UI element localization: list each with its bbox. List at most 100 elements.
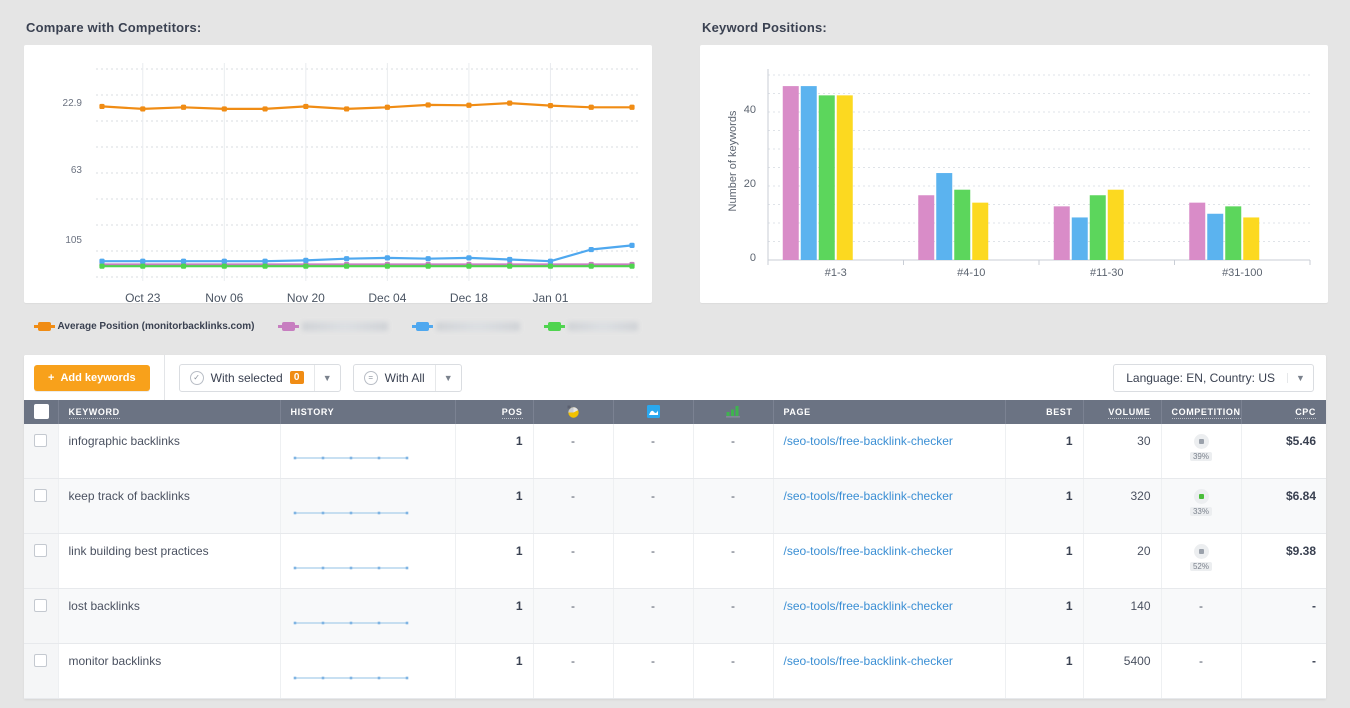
line-chart-ytick: 105 [46,235,82,246]
row-select-cell[interactable] [24,589,58,644]
cell-history[interactable] [280,644,455,699]
cell-best: 1 [1005,479,1083,534]
legend-item[interactable]: Average Position (monitorbacklinks.com) [38,321,255,332]
table-row[interactable]: lost backlinks1---/seo-tools/free-backli… [24,589,1326,644]
row-select-cell[interactable] [24,479,58,534]
page-link[interactable]: /seo-tools/free-backlink-checker [784,544,953,558]
cell-page[interactable]: /seo-tools/free-backlink-checker [773,589,1005,644]
table-row[interactable]: infographic backlinks1---/seo-tools/free… [24,424,1326,479]
cell-keyword: infographic backlinks [58,424,280,479]
bing-icon [646,404,661,419]
competition-percent: 33% [1190,507,1212,516]
cell-pos: 1 [455,424,533,479]
legend-label [436,322,520,331]
with-selected-main[interactable]: ✓ With selected 0 [180,365,314,391]
select-all-checkbox[interactable] [34,404,49,419]
header-page[interactable]: PAGE [773,400,1005,424]
header-bing[interactable] [613,400,693,424]
cell-bing: - [613,479,693,534]
cell-competition: - [1161,589,1241,644]
cell-bing: - [613,589,693,644]
keyword-positions-block: Keyword Positions: 02040#1-3#4-10#11-30#… [700,0,1328,303]
cell-volume: 30 [1083,424,1161,479]
cell-history[interactable] [280,479,455,534]
with-all-dropdown[interactable]: = With All ▼ [353,364,462,392]
line-chart-legend: Average Position (monitorbacklinks.com) [24,321,652,332]
row-select-cell[interactable] [24,644,58,699]
row-checkbox[interactable] [34,489,47,502]
keyword-positions-bar-chart[interactable]: 02040#1-3#4-10#11-30#31-100Number of key… [700,45,1328,303]
line-chart-xtick: Nov 06 [179,291,269,305]
toolbar-divider [164,355,165,400]
legend-marker-icon [416,322,429,331]
header-google[interactable] [533,400,613,424]
header-best[interactable]: BEST [1005,400,1083,424]
header-rank[interactable] [693,400,773,424]
header-history[interactable]: HISTORY [280,400,455,424]
header-keyword[interactable]: KEYWORD [58,400,280,424]
cell-bing: - [613,644,693,699]
cell-competition: - [1161,644,1241,699]
check-circle-icon: ✓ [190,371,204,385]
competition-percent: 39% [1190,452,1212,461]
cell-volume: 5400 [1083,644,1161,699]
table-row[interactable]: keep track of backlinks1---/seo-tools/fr… [24,479,1326,534]
cell-page[interactable]: /seo-tools/free-backlink-checker [773,479,1005,534]
header-volume[interactable]: VOLUME [1083,400,1161,424]
bar-chart-xtick: #31-100 [1175,267,1311,279]
legend-item[interactable] [282,322,388,331]
line-chart-ytick: 22.9 [46,98,82,109]
page-link[interactable]: /seo-tools/free-backlink-checker [784,599,953,613]
with-selected-label: With selected [211,371,283,385]
row-checkbox[interactable] [34,544,47,557]
row-select-cell[interactable] [24,424,58,479]
legend-item[interactable] [548,322,638,331]
cell-pos: 1 [455,534,533,589]
row-checkbox[interactable] [34,654,47,667]
bar-chart-xtick: #1-3 [768,267,904,279]
header-competition[interactable]: COMPETITION [1161,400,1241,424]
average-position-line-chart[interactable]: 22.963105Oct 23Nov 06Nov 20Dec 04Dec 18J… [24,45,652,303]
select-all-header[interactable] [24,400,58,424]
language-country-dropdown[interactable]: Language: EN, Country: US ▼ [1113,364,1314,392]
cell-history[interactable] [280,589,455,644]
cell-page[interactable]: /seo-tools/free-backlink-checker [773,534,1005,589]
cell-keyword: keep track of backlinks [58,479,280,534]
page-link[interactable]: /seo-tools/free-backlink-checker [784,434,953,448]
with-selected-dropdown[interactable]: ✓ With selected 0 ▼ [179,364,341,392]
cell-page[interactable]: /seo-tools/free-backlink-checker [773,424,1005,479]
cell-keyword: link building best practices [58,534,280,589]
cell-competition: 33% [1161,479,1241,534]
cell-best: 1 [1005,534,1083,589]
add-keywords-button[interactable]: + Add keywords [34,365,150,391]
page-link[interactable]: /seo-tools/free-backlink-checker [784,654,953,668]
table-row[interactable]: link building best practices1---/seo-too… [24,534,1326,589]
add-keywords-label: Add keywords [60,372,135,384]
google-icon [566,404,581,419]
chevron-down-icon[interactable]: ▼ [314,365,340,391]
row-checkbox[interactable] [34,434,47,447]
legend-marker-icon [548,322,561,331]
language-country-label: Language: EN, Country: US [1114,371,1287,385]
row-checkbox[interactable] [34,599,47,612]
cell-google: - [533,479,613,534]
with-all-main[interactable]: = With All [354,365,435,391]
chevron-down-icon[interactable]: ▼ [1287,373,1313,383]
cell-history[interactable] [280,424,455,479]
charts-row: Compare with Competitors: 22.963105Oct 2… [0,0,1350,303]
legend-item[interactable] [416,322,520,331]
cell-volume: 20 [1083,534,1161,589]
chevron-down-icon[interactable]: ▼ [435,365,461,391]
cell-cpc: $9.38 [1241,534,1326,589]
legend-marker-icon [282,322,295,331]
cell-history[interactable] [280,534,455,589]
row-select-cell[interactable] [24,534,58,589]
keywords-panel: + Add keywords ✓ With selected 0 ▼ = Wit… [24,355,1326,699]
header-pos[interactable]: POS [455,400,533,424]
table-row[interactable]: monitor backlinks1---/seo-tools/free-bac… [24,644,1326,699]
page-link[interactable]: /seo-tools/free-backlink-checker [784,489,953,503]
cell-cpc: $5.46 [1241,424,1326,479]
keywords-table: KEYWORD HISTORY POS [24,400,1326,699]
cell-page[interactable]: /seo-tools/free-backlink-checker [773,644,1005,699]
header-cpc[interactable]: CPC [1241,400,1326,424]
